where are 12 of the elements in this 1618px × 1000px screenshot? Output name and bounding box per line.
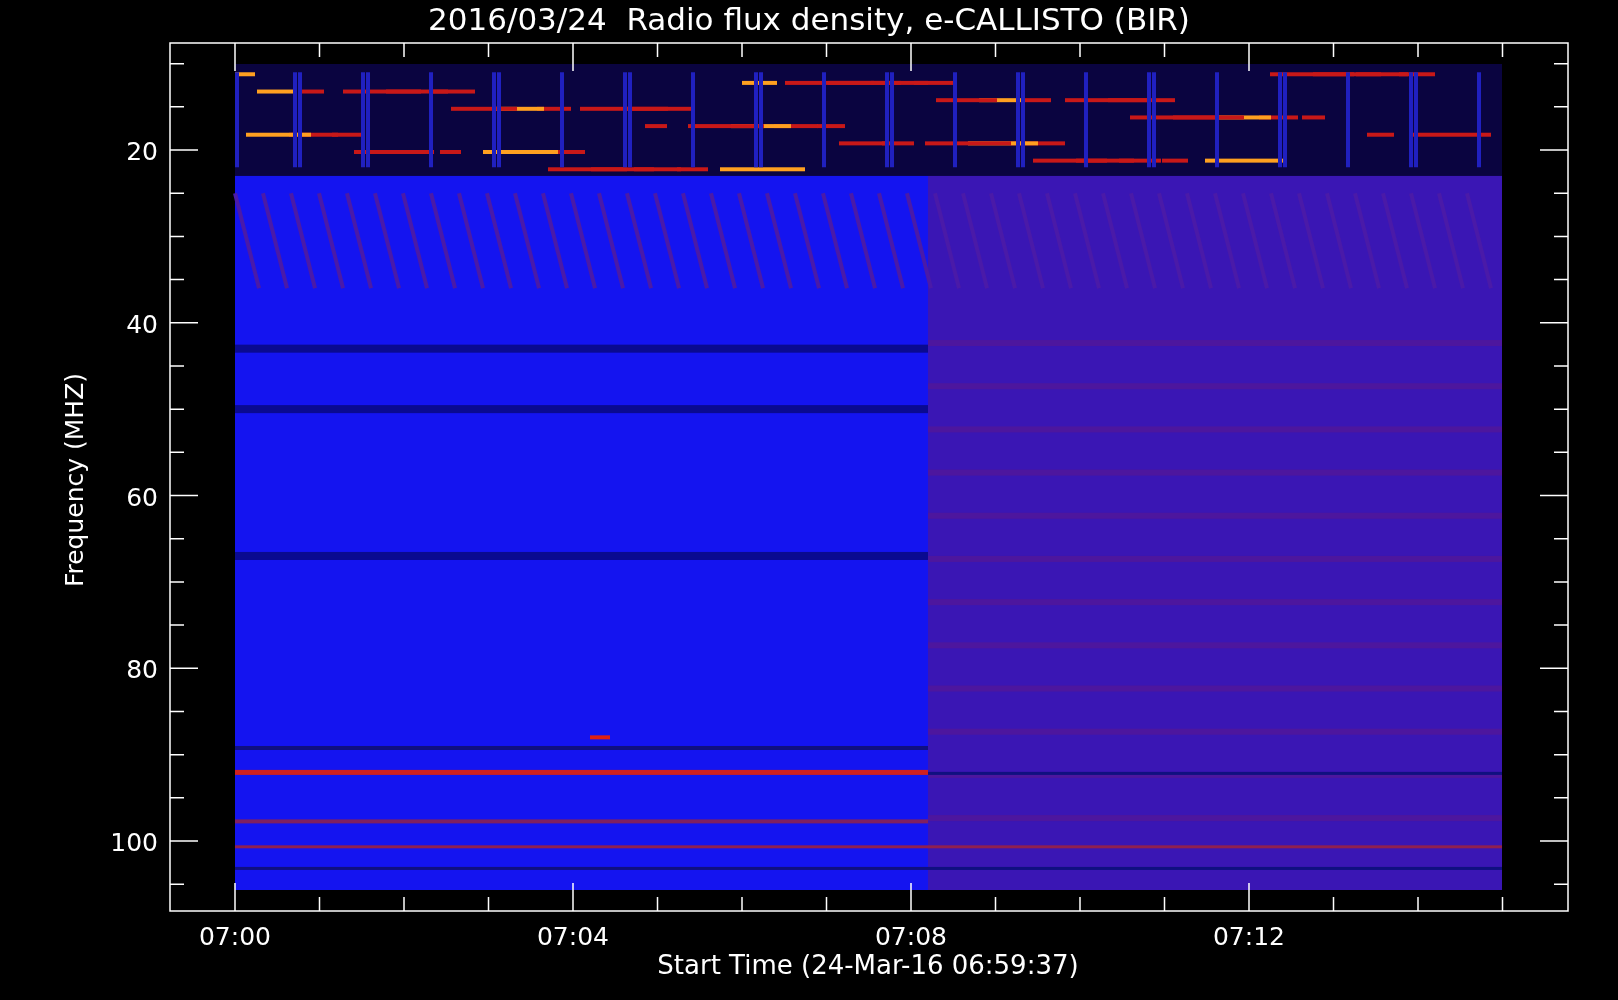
x-tick-label: 07:08 (875, 922, 947, 951)
x-axis-label: Start Time (24-Mar-16 06:59:37) (657, 950, 1079, 980)
y-axis-label: Frequency (MHZ) (60, 372, 89, 588)
x-tick-label: 07:00 (199, 922, 271, 951)
y-tick-label: 60 (126, 482, 158, 512)
y-tick-label: 40 (126, 309, 158, 339)
chart-title: 2016/03/24 Radio flux density, e-CALLISTO (BIR) (428, 1, 1190, 37)
y-tick-label: 80 (126, 655, 158, 685)
x-tick-label: 07:12 (1213, 922, 1285, 951)
y-tick-label: 20 (126, 137, 158, 166)
x-tick-label: 07:04 (537, 922, 609, 951)
y-tick-label: 100 (110, 828, 158, 857)
